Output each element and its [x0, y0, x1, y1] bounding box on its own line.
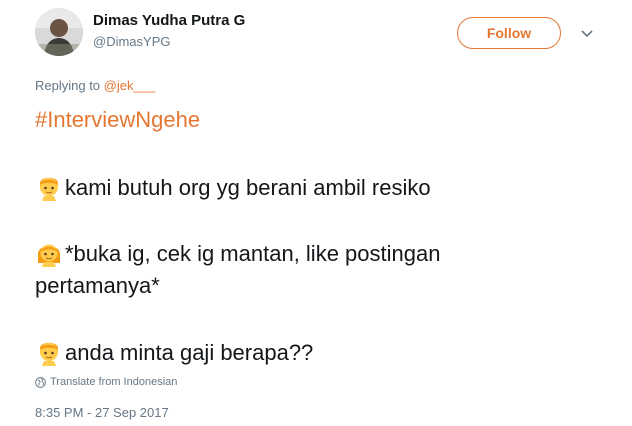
- tweet-line3: anda minta gaji berapa??: [65, 340, 314, 365]
- tweet-line2b: pertamanya*: [35, 273, 160, 298]
- woman-emoji-icon: [37, 244, 61, 267]
- reply-mention-link[interactable]: @jek___: [104, 78, 156, 93]
- author-handle[interactable]: @DimasYPG: [93, 34, 171, 49]
- replying-prefix: Replying to: [35, 78, 104, 93]
- tweet-text-line: *buka ig, cek ig mantan, like postingan: [35, 239, 440, 268]
- chevron-down-icon[interactable]: [577, 24, 597, 44]
- tweet-line2a: *buka ig, cek ig mantan, like postingan: [65, 241, 441, 266]
- timestamp[interactable]: 8:35 PM - 27 Sep 2017: [35, 405, 169, 420]
- tweet-text-line: anda minta gaji berapa??: [35, 338, 313, 367]
- replying-to: Replying to @jek___: [35, 78, 155, 93]
- translate-link[interactable]: Translate from Indonesian: [35, 376, 177, 388]
- hashtag-link[interactable]: #InterviewNgehe: [35, 107, 200, 132]
- follow-button[interactable]: Follow: [457, 17, 561, 49]
- man-emoji-icon: [40, 177, 58, 201]
- man-emoji-icon: [40, 342, 58, 366]
- tweet-line1: kami butuh org yg berani ambil resiko: [65, 175, 431, 200]
- author-name[interactable]: Dimas Yudha Putra G: [93, 12, 245, 29]
- tweet-text-line: kami butuh org yg berani ambil resiko: [35, 173, 431, 202]
- avatar[interactable]: [35, 8, 83, 56]
- tweet-text-hashtag: #InterviewNgehe: [35, 106, 200, 134]
- translate-label: Translate from Indonesian: [50, 376, 178, 388]
- globe-icon: [35, 376, 46, 388]
- tweet-text-line: pertamanya*: [35, 272, 160, 300]
